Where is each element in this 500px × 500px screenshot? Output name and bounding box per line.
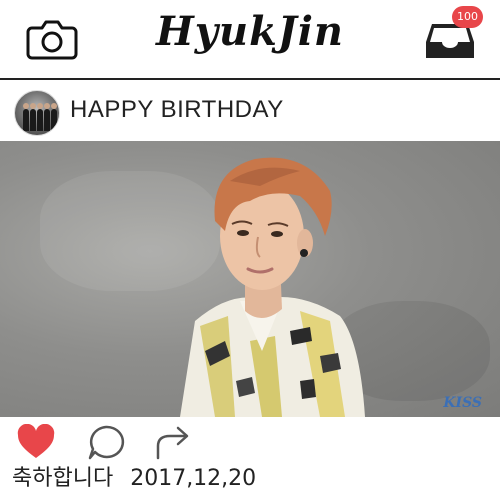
- post-title: HAPPY BIRTHDAY: [70, 96, 284, 123]
- post-actions: [0, 420, 500, 464]
- post-photo[interactable]: KISS: [0, 141, 500, 417]
- watermark-logo: KISS: [443, 395, 482, 411]
- notification-badge[interactable]: 100: [452, 6, 483, 28]
- share-icon[interactable]: [154, 424, 194, 460]
- avatar[interactable]: [14, 90, 60, 136]
- caption-date: 2017,12,20: [130, 466, 257, 491]
- post-caption: 축하합니다 2017,12,20: [12, 460, 256, 492]
- comment-icon[interactable]: [86, 424, 126, 460]
- portrait-illustration: [180, 157, 365, 417]
- caption-text: 축하합니다: [12, 466, 114, 491]
- post-header: HAPPY BIRTHDAY: [0, 82, 500, 140]
- heart-icon[interactable]: [16, 424, 56, 460]
- top-bar: HyukJin 100: [0, 0, 500, 78]
- header-divider: [0, 78, 500, 80]
